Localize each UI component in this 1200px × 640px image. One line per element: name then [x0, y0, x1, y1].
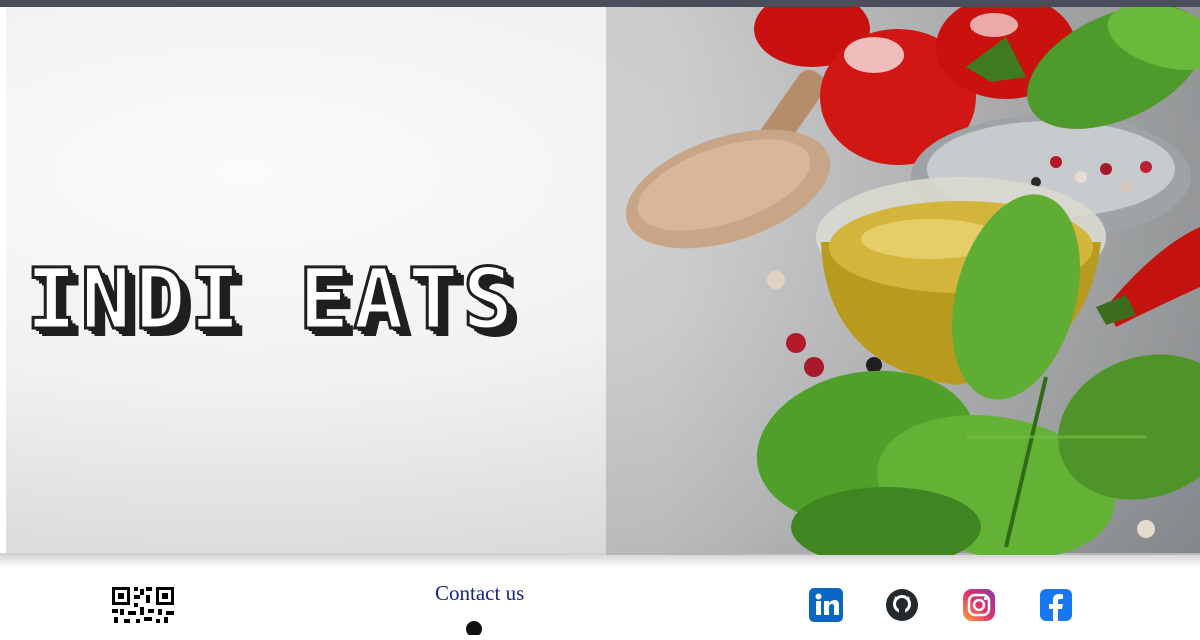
hero-banner: INDI EATS	[6, 7, 1200, 555]
top-bar	[0, 0, 1200, 7]
github-icon[interactable]	[884, 587, 920, 625]
hero-shadow	[0, 553, 1200, 567]
instagram-icon[interactable]	[961, 587, 997, 625]
qr-code-icon	[110, 585, 176, 626]
footer: Contact us	[0, 567, 1200, 637]
phone-icon[interactable]	[462, 619, 486, 637]
linkedin-icon[interactable]	[808, 587, 844, 625]
facebook-icon[interactable]	[1038, 587, 1074, 625]
contact-us-heading: Contact us	[435, 581, 525, 605]
qr-code[interactable]	[110, 585, 176, 626]
site-title: INDI EATS	[24, 250, 518, 348]
